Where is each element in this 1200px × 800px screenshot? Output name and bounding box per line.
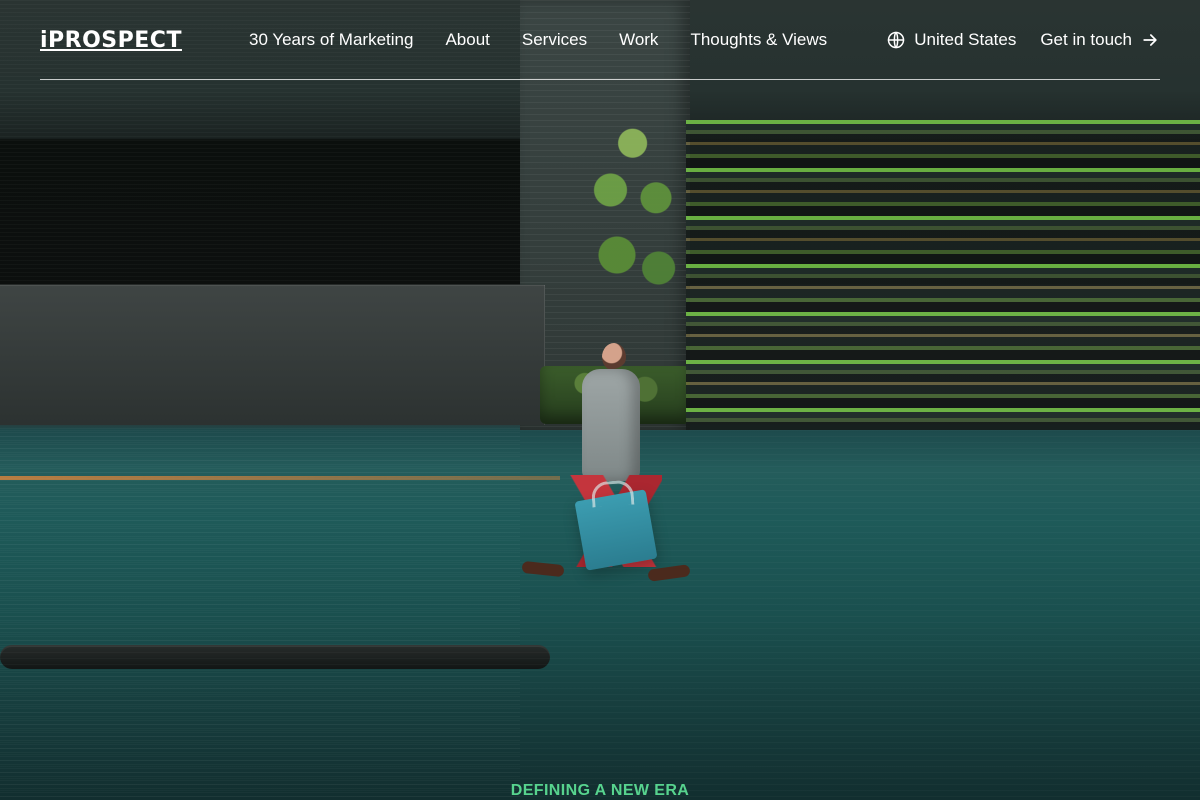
nav-item-work[interactable]: Work — [619, 30, 658, 50]
background-streaks-right — [686, 120, 1200, 430]
nav-item-about[interactable]: About — [445, 30, 489, 50]
street-wall-panel — [0, 285, 545, 425]
site-header: iPROSPECT 30 Years of Marketing About Se… — [40, 0, 1160, 80]
page: iPROSPECT 30 Years of Marketing About Se… — [0, 0, 1200, 800]
region-label: United States — [914, 30, 1017, 49]
hero-eyebrow: DEFINING A NEW ERA — [510, 782, 690, 799]
hero-background — [0, 0, 1200, 800]
region-selector[interactable]: United States — [886, 30, 1016, 50]
walking-person — [520, 335, 710, 595]
person-torso — [582, 369, 640, 481]
person-shoe-left — [521, 560, 565, 578]
primary-nav: 30 Years of Marketing About Services Wor… — [249, 28, 827, 52]
person-head — [602, 343, 626, 371]
nav-item-services[interactable]: Services — [522, 30, 587, 50]
get-in-touch-link[interactable]: Get in touch — [1040, 30, 1160, 50]
globe-icon — [886, 30, 906, 50]
nav-item-thoughts-views[interactable]: Thoughts & Views — [690, 30, 827, 50]
nav-item-30-years[interactable]: 30 Years of Marketing — [249, 30, 413, 50]
cta-label: Get in touch — [1040, 30, 1132, 49]
arrow-right-icon — [1140, 30, 1160, 50]
brand-logo[interactable]: iPROSPECT — [40, 28, 182, 53]
header-right-controls: United States Get in touch — [886, 27, 1160, 53]
tree — [565, 112, 695, 372]
header-divider — [40, 79, 1160, 80]
shopping-bag — [574, 489, 658, 571]
